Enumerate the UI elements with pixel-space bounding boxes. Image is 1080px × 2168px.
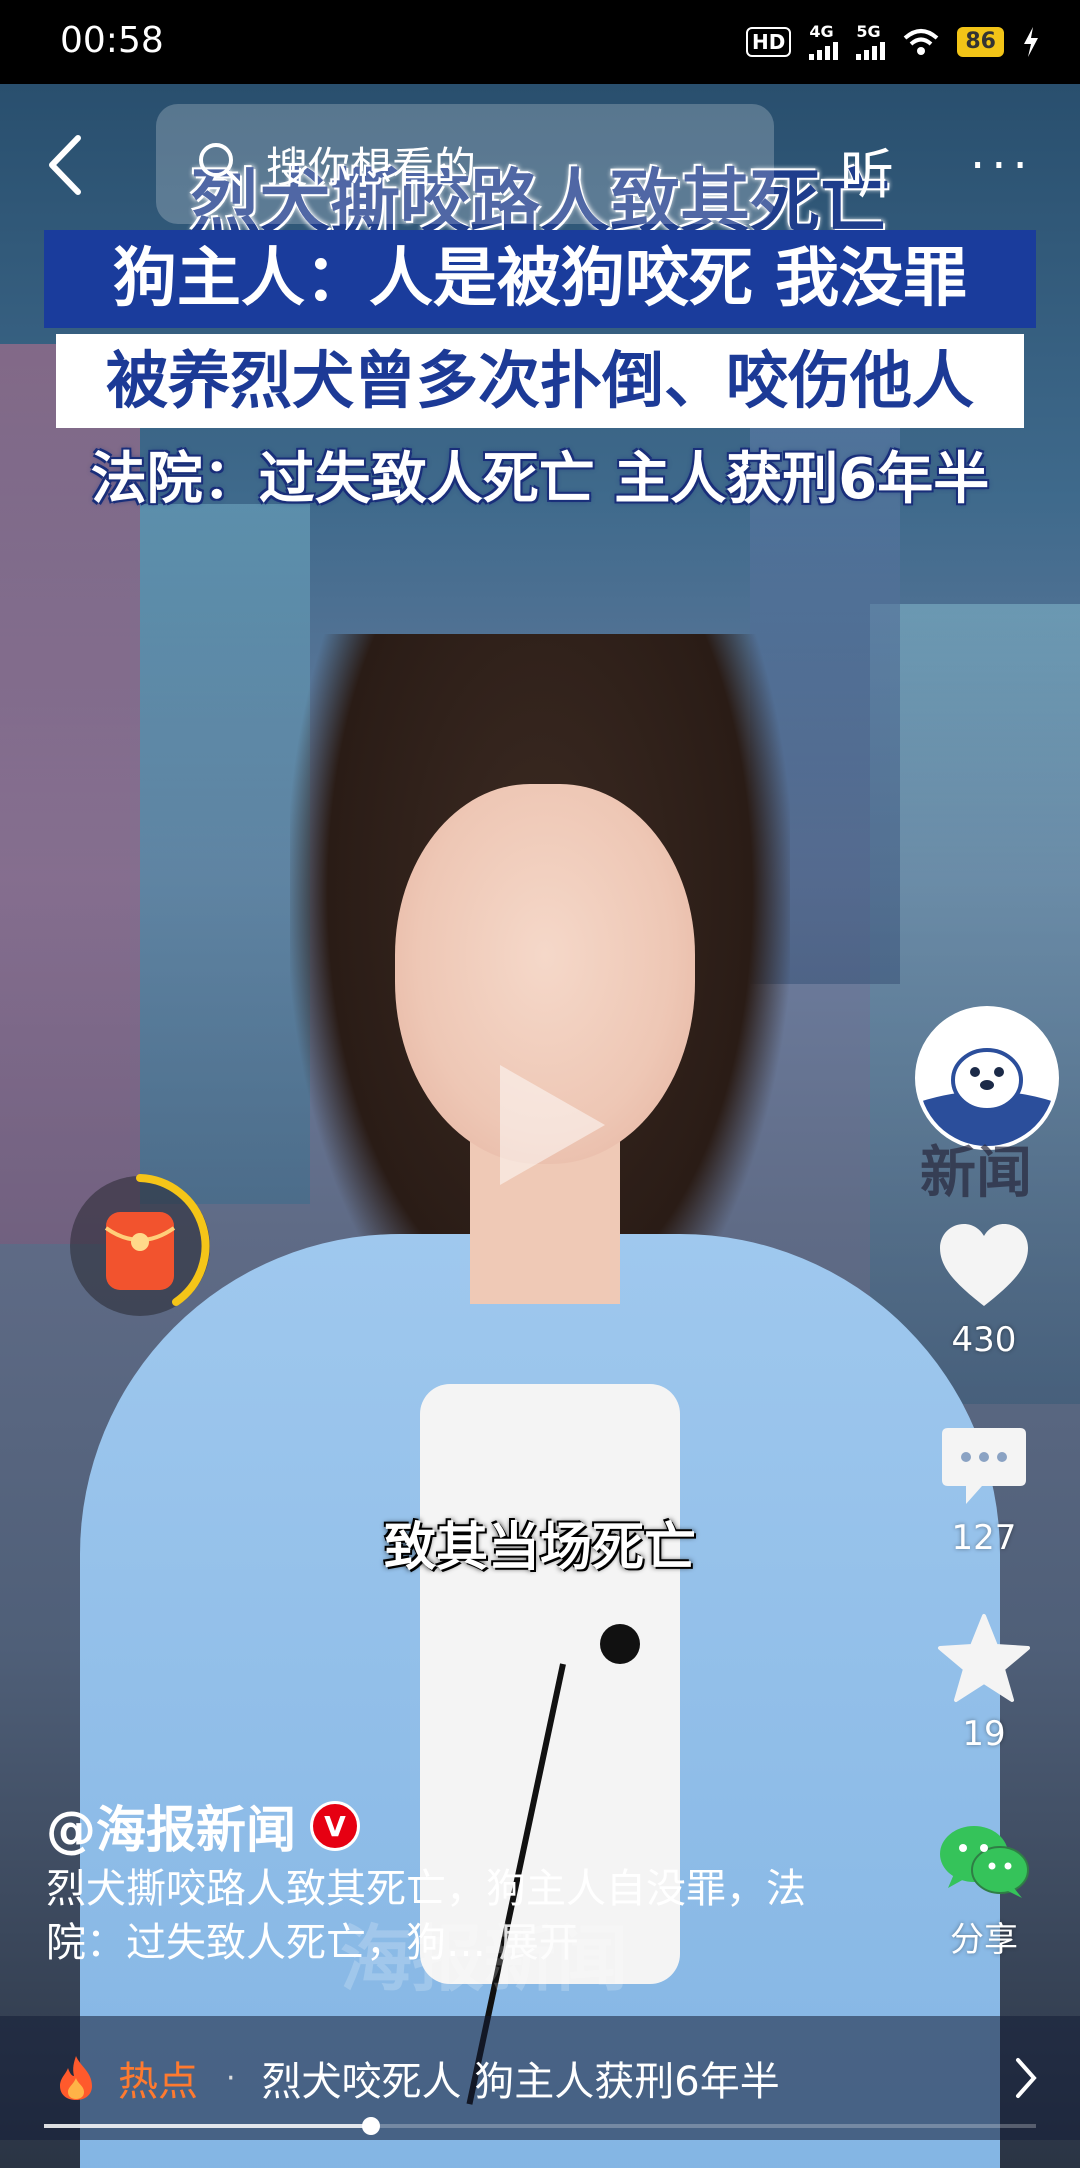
search-input[interactable]: 搜你想看的 bbox=[156, 104, 774, 224]
lapel-microphone bbox=[600, 1624, 640, 1664]
chevron-right-icon bbox=[1016, 2058, 1037, 2098]
verified-badge: V bbox=[310, 1801, 360, 1851]
more-button[interactable]: ··· bbox=[970, 138, 1034, 194]
favorite-count: 19 bbox=[962, 1714, 1006, 1754]
status-icons: HD 4G 5G 86 bbox=[746, 24, 1040, 60]
hot-label: 热点 bbox=[118, 2059, 198, 2105]
favorite-button[interactable]: 19 bbox=[904, 1612, 1064, 1754]
wifi-icon bbox=[904, 29, 939, 55]
share-label: 分享 bbox=[950, 1920, 1018, 1960]
description-text: 烈犬撕咬路人致其死亡，狗主人自没罪，法院：过失致人死亡，狗… bbox=[46, 1866, 806, 1966]
wechat-icon bbox=[940, 1826, 1029, 1898]
video-progress-bar[interactable] bbox=[44, 2117, 1036, 2135]
search-icon bbox=[199, 143, 242, 186]
seal-logo-icon bbox=[919, 1010, 1055, 1146]
charging-icon bbox=[1024, 27, 1038, 57]
author-name[interactable]: @海报新闻 V bbox=[46, 1790, 360, 1862]
headline-line-3: 被养烈犬曾多次扑倒、咬伤他人 bbox=[56, 334, 1024, 428]
comment-icon bbox=[942, 1428, 1026, 1504]
share-button[interactable]: 分享 bbox=[904, 1822, 1064, 1961]
expand-button[interactable]: 展开 bbox=[499, 1920, 579, 1966]
battery-indicator: 86 bbox=[957, 27, 1004, 57]
back-button[interactable] bbox=[40, 130, 90, 200]
search-placeholder: 搜你想看的 bbox=[266, 142, 477, 192]
star-icon bbox=[938, 1614, 1030, 1702]
headline-line-2: 狗主人：人是被狗咬死 我没罪 bbox=[44, 230, 1036, 328]
author-handle: @海报新闻 bbox=[46, 1801, 296, 1859]
status-time: 00:58 bbox=[60, 20, 164, 61]
hot-separator: · bbox=[226, 2060, 236, 2096]
like-count: 430 bbox=[951, 1320, 1017, 1360]
play-icon[interactable] bbox=[490, 1060, 610, 1190]
comment-button[interactable]: 127 bbox=[904, 1424, 1064, 1558]
red-packet-icon[interactable] bbox=[66, 1172, 214, 1320]
hd-icon: HD bbox=[746, 27, 792, 57]
hot-topic-bar[interactable]: 热点 · 烈犬咬死人 狗主人获刑6年半 bbox=[0, 2016, 1080, 2140]
signal-5g-label: 5G bbox=[856, 22, 881, 41]
video-description[interactable]: 烈犬撕咬路人致其死亡，狗主人自没罪，法院：过失致人死亡，狗… 展开 bbox=[46, 1862, 806, 1970]
progress-fill bbox=[44, 2124, 372, 2128]
signal-5g-icon: 5G bbox=[856, 22, 886, 60]
avatar-logo-text: 新闻 bbox=[920, 1141, 1032, 1206]
fire-icon bbox=[60, 2056, 92, 2100]
status-bar: 00:58 HD 4G 5G 86 bbox=[0, 0, 1080, 84]
hot-topic-text: 烈犬咬死人 狗主人获刑6年半 bbox=[261, 2059, 780, 2105]
background-building bbox=[140, 504, 310, 1204]
headline-line-4: 法院：过失致人死亡 主人获刑6年半 bbox=[90, 447, 990, 512]
signal-4g-label: 4G bbox=[809, 22, 834, 41]
heart-icon bbox=[940, 1224, 1028, 1306]
listen-button[interactable]: 听 bbox=[840, 130, 894, 209]
comment-count: 127 bbox=[951, 1518, 1017, 1558]
signal-4g-icon: 4G bbox=[809, 22, 839, 60]
like-button[interactable]: 430 bbox=[904, 1220, 1064, 1360]
